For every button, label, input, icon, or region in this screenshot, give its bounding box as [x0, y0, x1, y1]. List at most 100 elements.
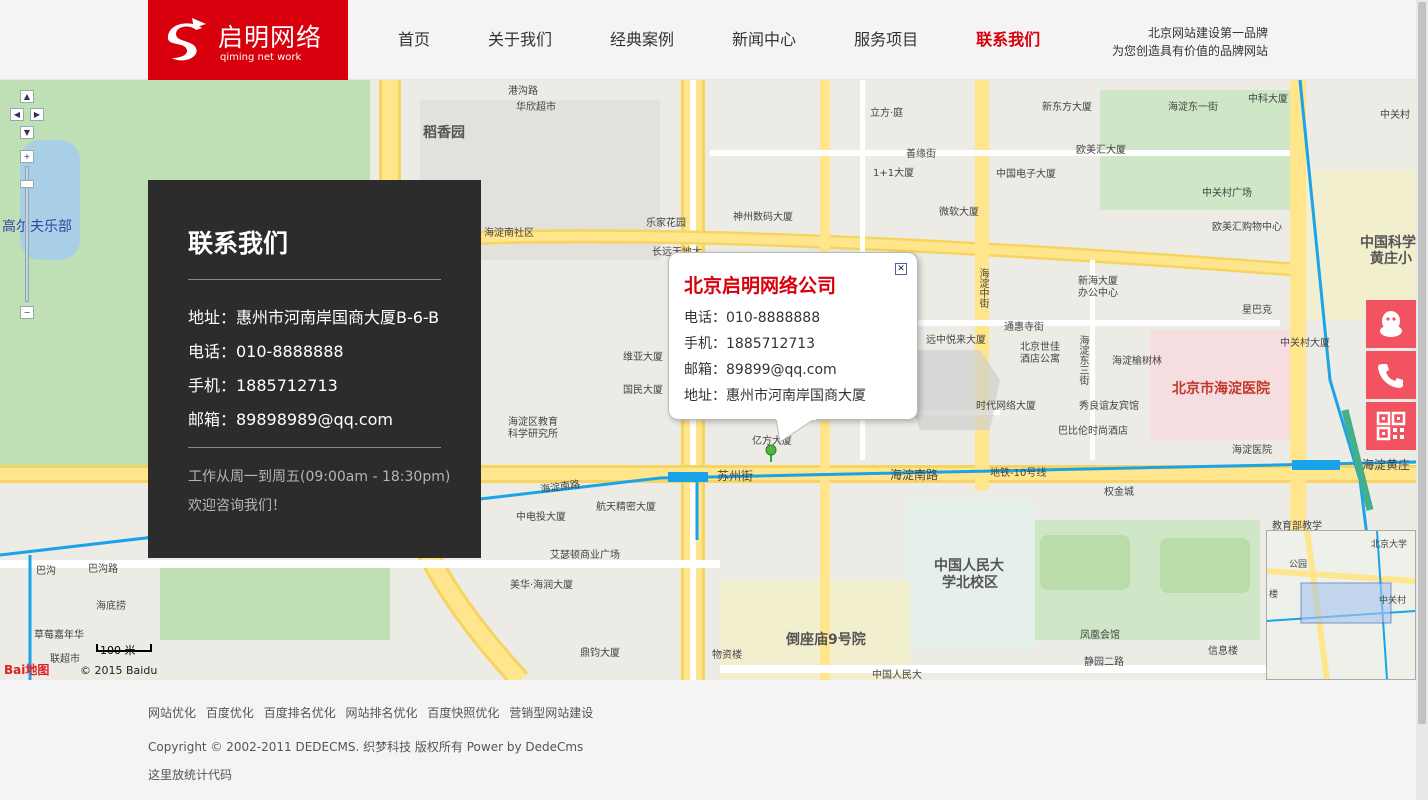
map-label: 海淀南路	[890, 468, 939, 482]
logo-text: 启明网络	[218, 23, 323, 52]
map-label: 巴比伦时尚酒店	[1058, 426, 1128, 437]
map-label: 立方·庭	[870, 108, 904, 119]
map-label: 欧美汇大厦	[1076, 145, 1126, 156]
qrcode-button[interactable]	[1366, 402, 1416, 450]
map-label: 信息楼	[1208, 646, 1238, 657]
contact-phone: 电话：010-8888888	[188, 342, 344, 361]
map-label: 物资楼	[712, 650, 742, 661]
map-label: 科学研究所	[508, 429, 558, 440]
nav-contact[interactable]: 联系我们	[958, 0, 1058, 80]
footer-links: 网站优化 百度优化 百度排名优化 网站排名优化 百度快照优化 营销型网站建设	[148, 704, 597, 721]
map-label: 海淀东三街	[1077, 335, 1088, 385]
map-label: 酒店公寓	[1020, 354, 1060, 365]
map-label: 艾瑟顿商业广场	[550, 550, 620, 561]
map-label: 北京市海淀医院	[1172, 381, 1270, 397]
nav-home[interactable]: 首页	[380, 0, 448, 80]
info-window-pointer	[776, 418, 816, 443]
overview-label: 北京大学	[1371, 540, 1408, 550]
map-label: 中科大厦	[1248, 94, 1288, 105]
info-window-title: 北京启明网络公司	[684, 275, 837, 297]
site-header: 启明网络 qiming net work 首页 关于我们 经典案例 新闻中心 服…	[0, 0, 1416, 80]
nav-about[interactable]: 关于我们	[470, 0, 570, 80]
close-icon[interactable]: ✕	[895, 263, 907, 275]
map-label: 高尔夫乐部	[2, 219, 72, 235]
footer-link[interactable]: 百度排名优化	[264, 706, 336, 720]
map-label: 苏州街	[717, 469, 754, 483]
contact-welcome: 欢迎咨询我们！	[188, 498, 286, 514]
map-label: 巴沟	[36, 566, 56, 577]
map-label: 巴沟路	[88, 564, 118, 575]
footer-link[interactable]: 网站排名优化	[346, 706, 418, 720]
header-slogan: 北京网站建设第一品牌 为您创造具有价值的品牌网站	[1080, 24, 1268, 60]
phone-icon	[1378, 364, 1403, 388]
footer-link[interactable]: 百度优化	[206, 706, 254, 720]
map-label: 新东方大厦	[1042, 102, 1092, 113]
nav-cases[interactable]: 经典案例	[592, 0, 692, 80]
map-label: 学北校区	[942, 575, 998, 591]
contact-hours: 工作从周一到周五(09:00am - 18:30pm)	[188, 469, 451, 485]
map-label: 航天精密大厦	[596, 502, 656, 513]
map-label: 维亚大厦	[623, 352, 663, 363]
map-label: 善缘街	[906, 149, 936, 160]
map-label: 中国人民大	[872, 670, 922, 680]
map-label: 中关村广场	[1202, 188, 1252, 199]
map-label: 地铁-10号线	[990, 468, 1047, 479]
map-label: 草莓嘉年华	[34, 630, 84, 641]
map-label: 神州数码大厦	[733, 212, 793, 223]
contact-title: 联系我们	[188, 229, 289, 258]
slogan-line-2: 为您创造具有价值的品牌网站	[1111, 44, 1268, 58]
phone-button[interactable]	[1366, 351, 1416, 399]
map-label: 乐家花园	[646, 218, 686, 229]
qq-icon	[1380, 311, 1402, 337]
overview-label: 公园	[1289, 560, 1308, 570]
footer-link[interactable]: 网站优化	[148, 706, 196, 720]
map-label: 凤凰会馆	[1080, 630, 1120, 641]
map-overview[interactable]: 北京大学 公园 中关村 楼	[1266, 530, 1416, 680]
site-logo[interactable]: 启明网络 qiming net work	[148, 0, 348, 80]
qq-button[interactable]	[1366, 300, 1416, 348]
map-label: 秀良谊友宾馆	[1079, 401, 1139, 412]
map-label: 海淀榆树林	[1112, 356, 1162, 367]
pan-right-icon[interactable]: ▶	[30, 108, 44, 121]
pan-left-icon[interactable]: ◀	[10, 108, 24, 121]
map-label: 港沟路	[508, 86, 538, 97]
baidu-logo[interactable]: Bai地图	[4, 661, 49, 678]
map-label: 海淀东一街	[1168, 102, 1218, 113]
map-label: 1+1大厦	[873, 168, 915, 179]
logo-mark-icon	[167, 18, 206, 61]
pan-down-icon[interactable]: ▼	[20, 126, 34, 139]
pan-up-icon[interactable]: ▲	[20, 90, 34, 103]
site-footer: 网站优化 百度优化 百度排名优化 网站排名优化 百度快照优化 营销型网站建设 C…	[0, 680, 1416, 800]
map-label: 星巴克	[1242, 305, 1272, 316]
map-label: 海淀医院	[1232, 445, 1272, 456]
slogan-line-1: 北京网站建设第一品牌	[1147, 26, 1268, 40]
footer-copyright: Copyright © 2002-2011 DEDECMS. 织梦科技 版权所有…	[148, 740, 584, 754]
footer-link[interactable]: 营销型网站建设	[509, 706, 593, 720]
footer-stat: 这里放统计代码	[148, 768, 233, 782]
scrollbar-thumb[interactable]	[1418, 2, 1426, 724]
zoom-in-button[interactable]: +	[20, 150, 34, 163]
map-scale-label: 100 米	[100, 644, 136, 657]
map-label: 通惠寺街	[1004, 322, 1044, 333]
nav-services[interactable]: 服务项目	[836, 0, 936, 80]
map-label: 倒座庙9号院	[786, 632, 866, 648]
overview-label: 楼	[1269, 590, 1279, 600]
zoom-handle[interactable]	[20, 180, 34, 188]
divider	[188, 279, 441, 280]
contact-panel: 联系我们 地址：惠州市河南岸国商大厦B-6-B 电话：010-8888888 手…	[148, 180, 481, 558]
info-email: 邮箱：89899@qq.com	[684, 362, 837, 378]
footer-link[interactable]: 百度快照优化	[427, 706, 499, 720]
map-label: 中关村	[1380, 110, 1410, 121]
info-mobile: 手机：1885712713	[684, 336, 816, 352]
map-label: 国民大厦	[623, 385, 663, 396]
map-label: 黄庄小	[1370, 251, 1412, 267]
baidu-map[interactable]: 港沟路 华欣超市 稻香园 立方·庭 新东方大厦 海淀东一街 中科大厦 中关村 善…	[0, 80, 1416, 680]
map-label: 海淀中街	[977, 268, 988, 308]
nav-news[interactable]: 新闻中心	[714, 0, 814, 80]
contact-email: 邮箱：89898989@qq.com	[188, 410, 394, 429]
zoom-out-button[interactable]: −	[20, 306, 34, 319]
divider	[188, 447, 441, 448]
map-label: 办公中心	[1078, 288, 1118, 299]
map-label: 中关村大厦	[1280, 338, 1330, 349]
page-scrollbar[interactable]	[1416, 0, 1428, 800]
